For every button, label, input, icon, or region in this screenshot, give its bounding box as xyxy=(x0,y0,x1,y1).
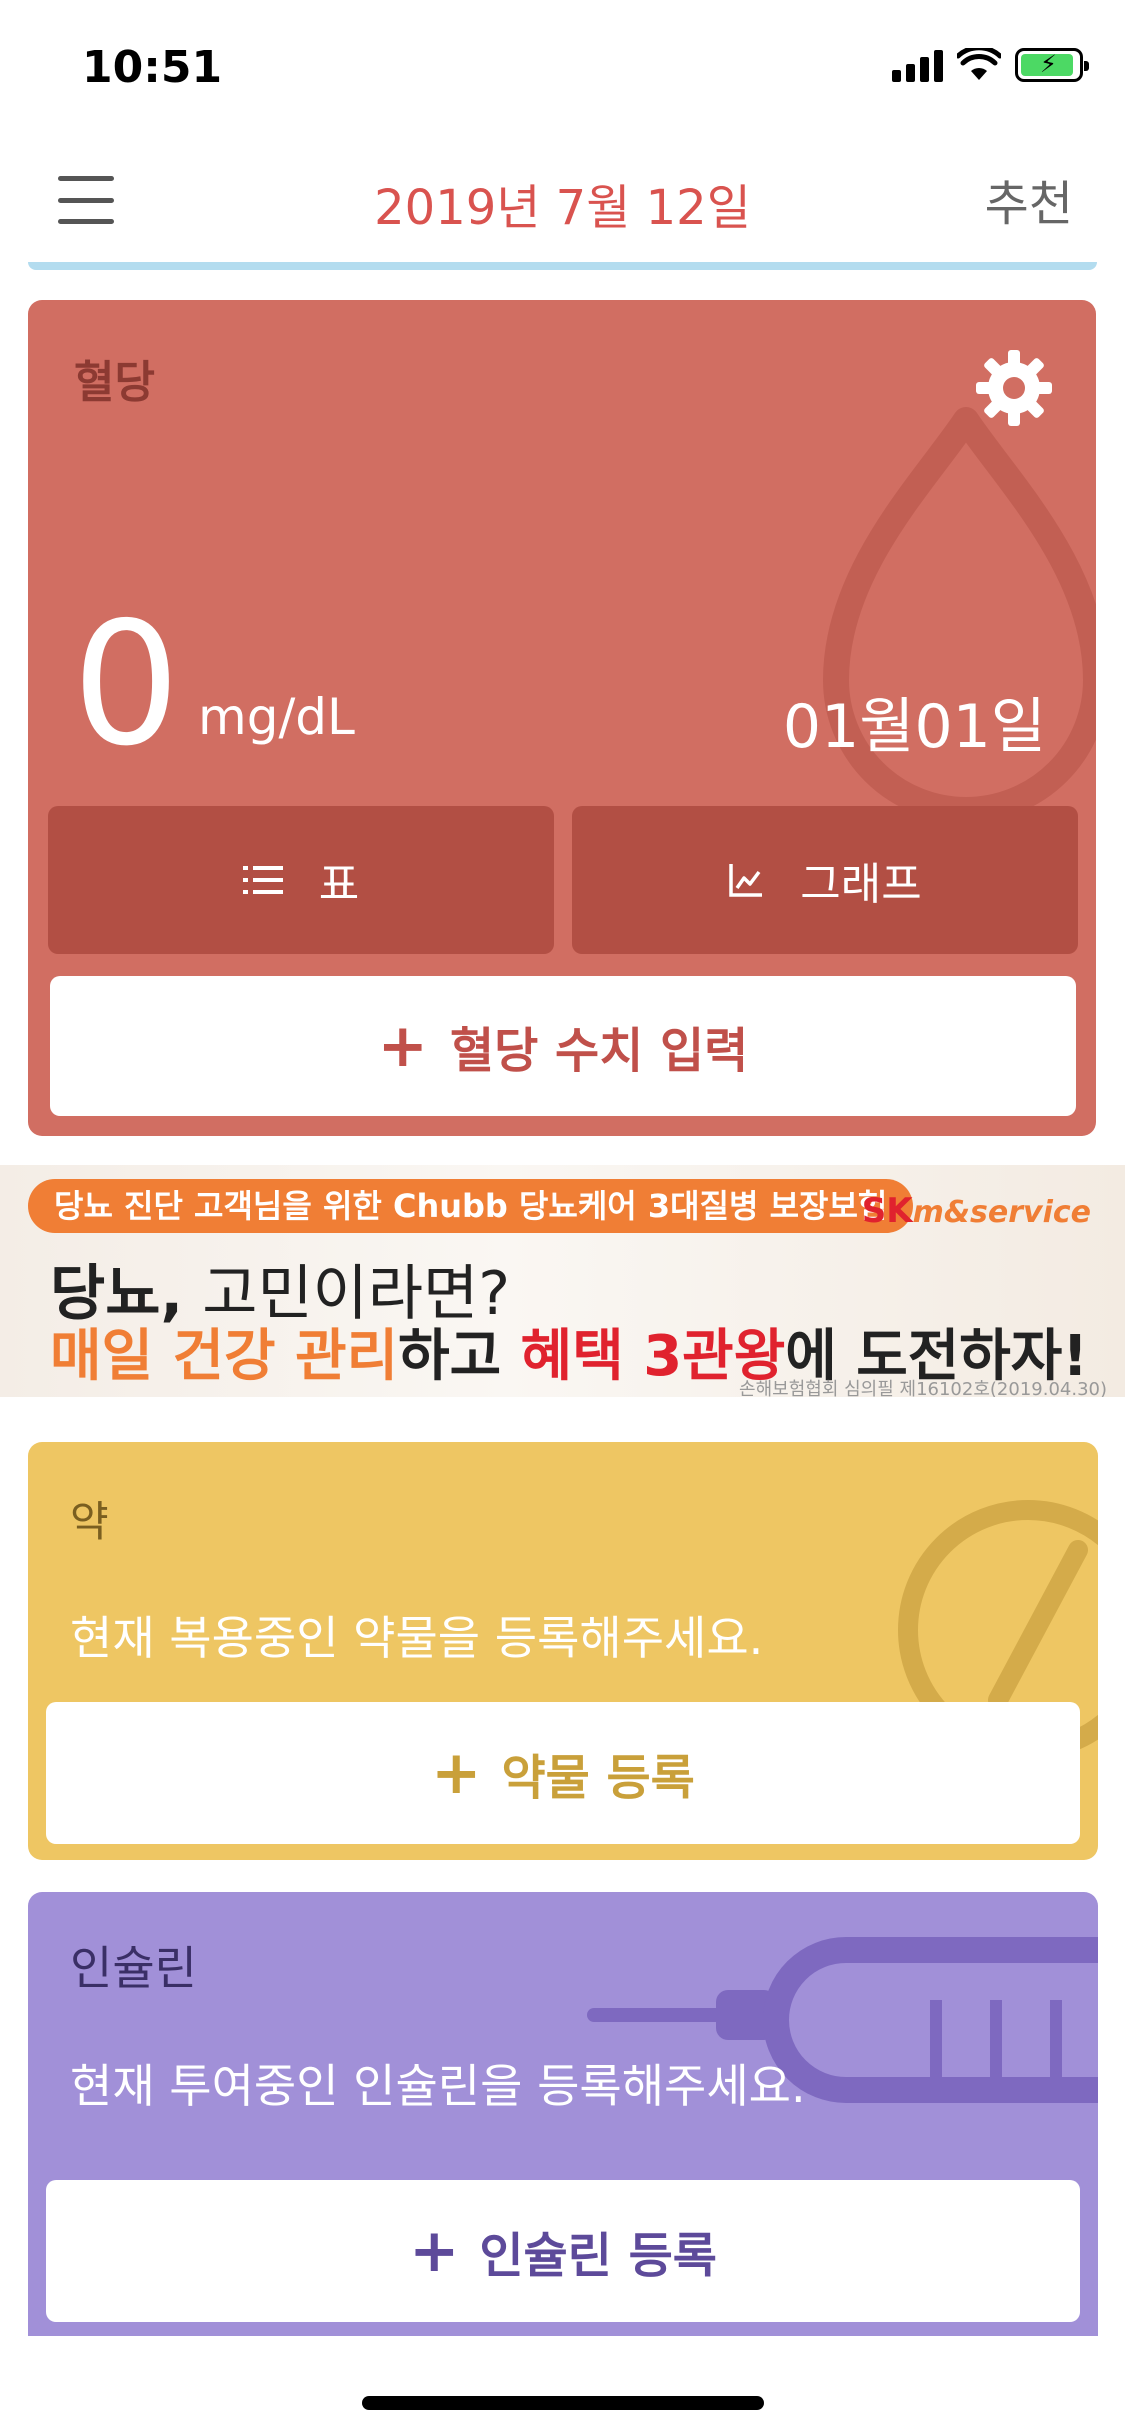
medicine-title: 약 xyxy=(70,1497,109,1546)
table-view-label: 표 xyxy=(318,859,360,910)
wifi-icon xyxy=(957,48,1001,80)
blood-sugar-date: 01월01일 xyxy=(782,692,1046,762)
gear-icon[interactable] xyxy=(974,348,1054,428)
register-insulin-label: 인슐린 등록 xyxy=(479,2228,717,2284)
status-icons: ⚡ xyxy=(892,48,1089,82)
register-insulin-button[interactable]: + 인슐린 등록 xyxy=(46,2180,1080,2322)
plus-icon: + xyxy=(431,1738,482,1808)
blood-sugar-title: 혈당 xyxy=(74,357,155,408)
app-header: 2019년 7월 12일 추천 xyxy=(0,140,1125,270)
insulin-title: 인슐린 xyxy=(70,1941,197,1995)
blood-sugar-input-button[interactable]: + 혈당 수치 입력 xyxy=(50,976,1076,1116)
battery-icon: ⚡ xyxy=(1015,48,1089,82)
blood-sugar-value: 0 xyxy=(72,586,181,784)
banner-review-note: 손해보험협회 심의필 제16102호(2019.04.30) xyxy=(739,1379,1107,1397)
recommend-button[interactable]: 추천 xyxy=(985,164,1073,234)
plus-icon: + xyxy=(377,1011,428,1081)
medicine-card: 약 현재 복용중인 약물을 등록해주세요. + 약물 등록 xyxy=(28,1442,1098,1860)
blood-sugar-card: 혈당 0 mg/dL 01월01일 표 그래프 + 혈당 수치 입력 xyxy=(28,300,1096,1136)
cellular-signal-icon xyxy=(892,48,943,82)
home-indicator[interactable] xyxy=(362,2396,764,2410)
header-divider xyxy=(28,262,1097,270)
line-chart-icon xyxy=(729,864,763,897)
graph-view-label: 그래프 xyxy=(800,859,922,910)
status-time: 10:51 xyxy=(82,42,223,93)
plus-icon: + xyxy=(409,2216,460,2286)
medicine-description: 현재 복용중인 약물을 등록해주세요. xyxy=(70,1611,764,1665)
table-view-button[interactable]: 표 xyxy=(48,806,554,954)
insulin-card: 인슐린 현재 투여중인 인슐린을 등록해주세요. + 인슐린 등록 xyxy=(28,1892,1098,2336)
header-date: 2019년 7월 12일 xyxy=(374,180,751,236)
register-medicine-label: 약물 등록 xyxy=(501,1750,695,1806)
insurance-banner[interactable]: 당뇨 진단 고객님을 위한 Chubb 당뇨케어 3대질병 보장보험 SKm&s… xyxy=(0,1165,1125,1397)
graph-view-button[interactable]: 그래프 xyxy=(572,806,1078,954)
insulin-description: 현재 투여중인 인슐린을 등록해주세요. xyxy=(70,2059,806,2113)
blood-sugar-input-label: 혈당 수치 입력 xyxy=(449,1023,749,1079)
list-icon xyxy=(242,866,283,894)
blood-sugar-unit: mg/dL xyxy=(198,688,355,746)
status-bar: 10:51 ⚡ xyxy=(0,0,1125,140)
banner-tag: 당뇨 진단 고객님을 위한 Chubb 당뇨케어 3대질병 보장보험 xyxy=(28,1179,914,1233)
register-medicine-button[interactable]: + 약물 등록 xyxy=(46,1702,1080,1844)
sk-mservice-logo: SKm&service xyxy=(861,1191,1091,1231)
